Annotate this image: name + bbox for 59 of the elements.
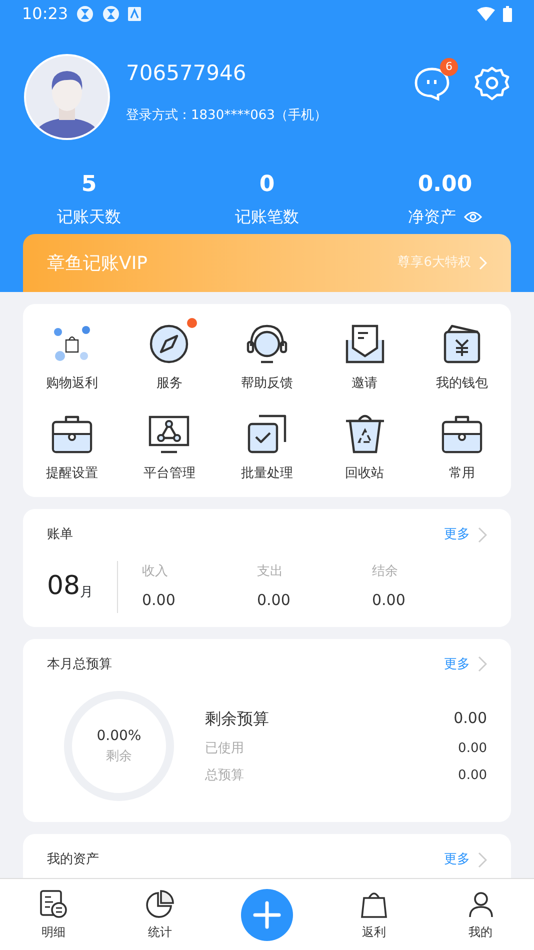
summary-value: 0.00 [142, 590, 176, 611]
user-id: 706577946 [126, 60, 248, 87]
app-notification-icon [76, 5, 94, 23]
budget-label: 已使用 [205, 740, 244, 758]
summary-label: 支出 [257, 562, 284, 580]
stat-label: 记账天数 [57, 206, 121, 228]
budget-value: 0.00 [458, 767, 487, 785]
shortcut-item[interactable]: 平台管理 [120, 412, 218, 483]
keyboard-notification-icon [128, 7, 142, 21]
login-method: 登录方式：1830****063（手机） [126, 106, 328, 124]
stat-value: 0 [258, 171, 276, 199]
plus-icon [252, 900, 282, 930]
budget-value: 0.00 [454, 708, 487, 730]
shortcut-item[interactable]: 购物返利 [23, 322, 121, 394]
shortcut-item[interactable]: 提醒设置 [23, 412, 121, 483]
budget-percent: 0.00% [96, 726, 142, 746]
summary-value: 0.00 [372, 590, 406, 611]
stat-value: 5 [80, 171, 98, 199]
card-title: 账单 [47, 526, 73, 544]
wifi-icon [477, 7, 495, 21]
stat-label: 记账笔数 [235, 206, 299, 228]
summary-label: 收入 [142, 562, 169, 580]
month-unit: 月 [80, 584, 94, 602]
tab-item[interactable]: 我的 [427, 888, 534, 940]
eye-icon[interactable] [464, 211, 482, 223]
shortcut-item[interactable]: 常用 [413, 412, 511, 483]
headset-icon [244, 322, 289, 366]
settings-icon[interactable] [474, 66, 510, 102]
budget-percent-label: 剩余 [105, 748, 133, 766]
card-title: 本月总预算 [47, 656, 112, 674]
message-count: 6 [440, 58, 458, 76]
vip-title: 章鱼记账VIP [47, 252, 148, 276]
tab-item[interactable]: 返利 [320, 888, 428, 940]
budget-label: 总预算 [205, 767, 244, 785]
card-title: 我的资产 [47, 851, 99, 869]
battery-icon [503, 6, 512, 22]
budget-label: 剩余预算 [205, 708, 269, 730]
chevron-right-icon [479, 256, 487, 270]
summary-value: 0.00 [257, 590, 292, 611]
receipt-icon [38, 888, 68, 918]
summary-label: 结余 [372, 562, 399, 580]
shortcut-item[interactable]: 回收站 [316, 412, 414, 483]
stat-value: 0.00 [416, 171, 474, 199]
pie-chart-icon [145, 888, 176, 918]
status-time: 10:23 [22, 3, 68, 25]
stat-label: 净资产 [408, 206, 456, 228]
app-notification-icon [102, 5, 120, 23]
shortcut-item[interactable]: 服务 [120, 322, 218, 394]
chevron-right-icon [478, 852, 487, 868]
tab-item[interactable]: 统计 [106, 888, 214, 940]
tab-item[interactable]: 明细 [0, 888, 107, 940]
shortcut-item[interactable]: 邀请 [316, 322, 414, 394]
chevron-right-icon [478, 656, 487, 672]
month-number: 08 [47, 570, 80, 603]
shortcut-item[interactable]: 帮助反馈 [218, 322, 316, 394]
chevron-right-icon [478, 526, 487, 543]
shortcut-item[interactable]: 我的钱包 [413, 322, 511, 394]
shortcut-item[interactable]: 批量处理 [218, 412, 316, 483]
budget-value: 0.00 [458, 740, 487, 758]
